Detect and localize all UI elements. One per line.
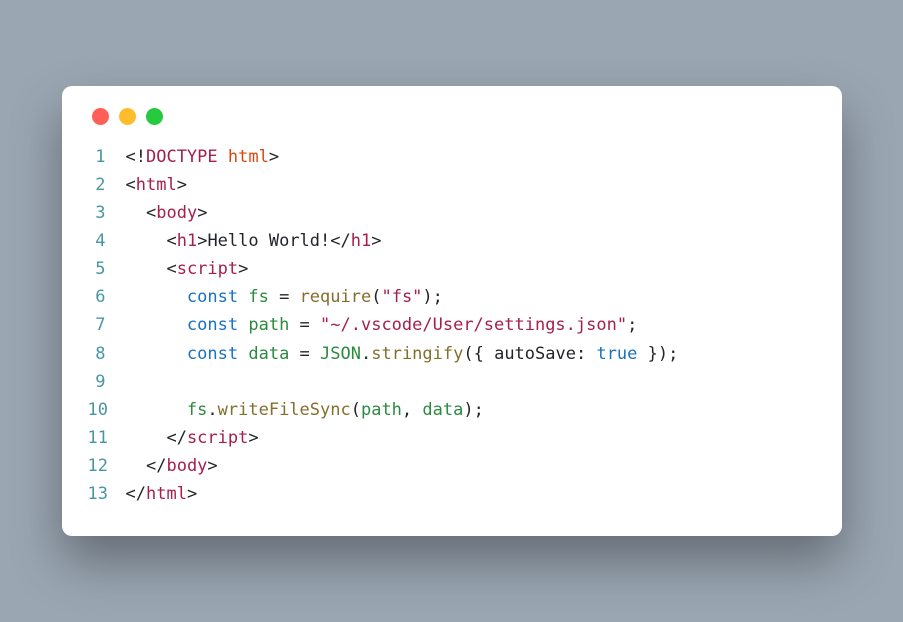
code-line: 11 </script>: [88, 424, 816, 452]
line-number: 3: [88, 199, 126, 227]
line-number: 5: [88, 255, 126, 283]
line-content: </body>: [126, 452, 816, 480]
minimize-icon[interactable]: [119, 108, 136, 125]
code-line: 6 const fs = require("fs");: [88, 283, 816, 311]
line-content: <h1>Hello World!</h1>: [126, 227, 816, 255]
line-content: [126, 368, 816, 396]
line-number: 7: [88, 311, 126, 339]
code-line: 9: [88, 368, 816, 396]
code-line: 10 fs.writeFileSync(path, data);: [88, 396, 816, 424]
code-line: 7 const path = "~/.vscode/User/settings.…: [88, 311, 816, 339]
code-line: 4 <h1>Hello World!</h1>: [88, 227, 816, 255]
line-number: 8: [88, 340, 126, 368]
code-line: 3 <body>: [88, 199, 816, 227]
line-number: 9: [88, 368, 126, 396]
line-number: 11: [88, 424, 126, 452]
code-window: 1<!DOCTYPE html>2<html>3 <body>4 <h1>Hel…: [62, 86, 842, 536]
zoom-icon[interactable]: [146, 108, 163, 125]
line-content: const fs = require("fs");: [126, 283, 816, 311]
line-number: 6: [88, 283, 126, 311]
close-icon[interactable]: [92, 108, 109, 125]
line-number: 13: [88, 480, 126, 508]
line-content: const data = JSON.stringify({ autoSave: …: [126, 340, 816, 368]
line-content: <body>: [126, 199, 816, 227]
line-number: 2: [88, 171, 126, 199]
code-line: 5 <script>: [88, 255, 816, 283]
code-line: 8 const data = JSON.stringify({ autoSave…: [88, 340, 816, 368]
code-line: 13</html>: [88, 480, 816, 508]
line-number: 4: [88, 227, 126, 255]
line-content: </html>: [126, 480, 816, 508]
line-content: </script>: [126, 424, 816, 452]
code-editor[interactable]: 1<!DOCTYPE html>2<html>3 <body>4 <h1>Hel…: [88, 143, 816, 508]
line-number: 10: [88, 396, 126, 424]
window-traffic-lights: [88, 108, 816, 125]
line-number: 12: [88, 452, 126, 480]
code-line: 12 </body>: [88, 452, 816, 480]
code-line: 1<!DOCTYPE html>: [88, 143, 816, 171]
line-number: 1: [88, 143, 126, 171]
line-content: <html>: [126, 171, 816, 199]
line-content: fs.writeFileSync(path, data);: [126, 396, 816, 424]
line-content: <!DOCTYPE html>: [126, 143, 816, 171]
line-content: const path = "~/.vscode/User/settings.js…: [126, 311, 816, 339]
code-line: 2<html>: [88, 171, 816, 199]
line-content: <script>: [126, 255, 816, 283]
